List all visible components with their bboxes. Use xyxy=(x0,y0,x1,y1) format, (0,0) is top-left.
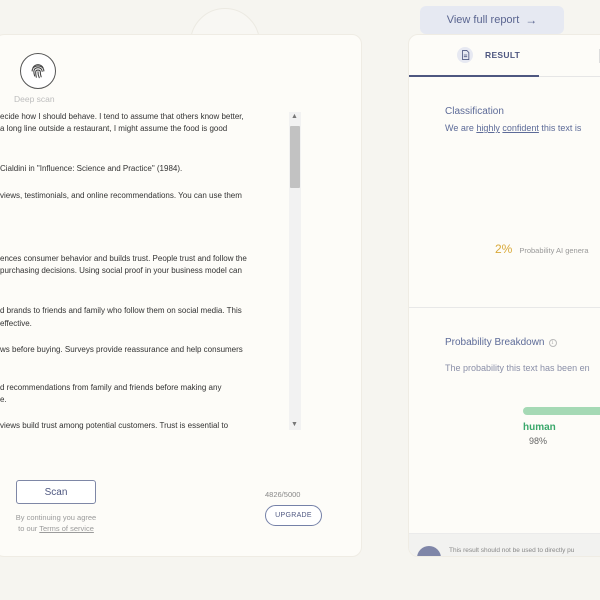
classification-prefix: We are xyxy=(445,123,477,133)
section-divider xyxy=(409,307,600,308)
classification-confident: confident xyxy=(502,123,539,133)
human-percentage: 98% xyxy=(529,436,548,446)
ai-probability: 2% Probability AI genera xyxy=(495,242,589,256)
classification-title: Classification xyxy=(445,106,504,117)
terms-of-service-link[interactable]: Terms of service xyxy=(39,524,94,533)
character-counter: 4826/5000 xyxy=(265,490,301,499)
deep-scan-label: Deep scan xyxy=(14,94,55,104)
text-line: views, testimonials, and online recommen… xyxy=(0,191,242,200)
breakdown-title-text: Probability Breakdown xyxy=(445,337,545,348)
arrow-right-icon: → xyxy=(525,13,538,27)
tab-result-label: RESULT xyxy=(485,50,521,60)
text-line: e. xyxy=(0,395,7,404)
info-icon[interactable]: i xyxy=(548,338,557,347)
fingerprint-icon xyxy=(31,64,45,79)
human-probability-bar xyxy=(523,407,600,415)
breakdown-text: The probability this text has been en xyxy=(445,363,590,373)
text-line: ecide how I should behave. I tend to ass… xyxy=(0,112,244,121)
human-label: human xyxy=(523,422,556,433)
scroll-up-icon[interactable]: ▲ xyxy=(291,113,298,121)
result-tabbar: RESULT xyxy=(409,35,600,77)
deep-scan-button[interactable] xyxy=(20,53,56,89)
ai-probability-label: Probability AI genera xyxy=(519,246,589,255)
text-scrollbar[interactable]: ▲ ▼ xyxy=(289,112,301,430)
result-panel: RESULT Classification We are highly conf… xyxy=(408,34,600,557)
text-line: effective. xyxy=(0,319,32,328)
text-line: views build trust among potential custom… xyxy=(0,421,229,430)
upgrade-button[interactable]: UPGRADE xyxy=(265,505,322,526)
disclaimer-text: This result should not be used to direct… xyxy=(449,547,575,554)
text-line: d brands to friends and family who follo… xyxy=(0,306,242,315)
scan-button[interactable]: Scan xyxy=(16,480,96,504)
view-full-report-button[interactable]: View full report → xyxy=(420,6,564,34)
info-circle-icon xyxy=(417,546,441,556)
text-line: d recommendations from family and friend… xyxy=(0,383,222,392)
scrollbar-thumb[interactable] xyxy=(290,126,300,188)
text-line: a long line outside a restaurant, I migh… xyxy=(0,124,228,133)
terms-to: to our xyxy=(18,524,40,533)
tab-result[interactable]: RESULT xyxy=(409,35,539,77)
scroll-down-icon[interactable]: ▼ xyxy=(291,421,298,429)
text-line: ences consumer behavior and builds trust… xyxy=(0,254,247,263)
text-line: ws before buying. Surveys provide reassu… xyxy=(0,345,243,354)
classification-suffix: this text is xyxy=(538,123,582,133)
view-full-report-label: View full report xyxy=(446,14,520,26)
classification-highly: highly xyxy=(476,123,500,133)
ai-probability-value: 2% xyxy=(495,242,513,256)
disclaimer-footer: This result should not be used to direct… xyxy=(409,533,600,556)
terms-prefix: By continuing you agree xyxy=(15,513,97,522)
terms-notice: By continuing you agree to our Terms of … xyxy=(6,512,106,534)
classification-text: We are highly confident this text is xyxy=(445,123,581,133)
probability-breakdown-title: Probability Breakdown i xyxy=(445,337,557,348)
input-text-area[interactable]: ecide how I should behave. I tend to ass… xyxy=(0,108,288,430)
text-line: purchasing decisions. Using social proof… xyxy=(0,266,242,275)
text-line: Cialdini in "Influence: Science and Prac… xyxy=(0,164,183,173)
document-icon xyxy=(457,47,473,63)
